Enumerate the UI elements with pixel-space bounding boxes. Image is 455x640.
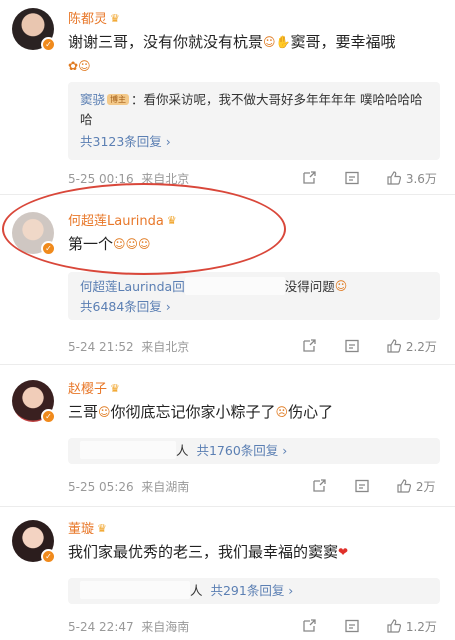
- heart-icon: ❤: [338, 545, 349, 559]
- highlight-circle: [2, 183, 286, 275]
- reply-summary[interactable]: 人 共1760条回复 ›: [68, 438, 440, 464]
- crown-icon: ♛: [110, 12, 120, 25]
- reply-count-link[interactable]: 共3123条回复 ›: [80, 132, 428, 152]
- comment-text: 我们家最优秀的老三，我们最幸福的窦窦❤: [68, 540, 440, 564]
- thumbs-up-icon: [387, 171, 402, 185]
- thumbs-up-icon: [387, 339, 402, 353]
- verified-badge-icon: ✓: [41, 549, 56, 564]
- comment-icon: [345, 619, 359, 633]
- share-icon: [303, 619, 316, 632]
- timestamp: 5-24 21:52 来自北京: [68, 340, 190, 354]
- emoji-icon: ☺: [263, 35, 276, 49]
- author-tag: 博主: [107, 94, 130, 105]
- comment-item: ✓ 董璇 ♛ 我们家最优秀的老三，我们最幸福的窦窦❤ 人 共291条回复 › 5-…: [0, 508, 455, 640]
- share-icon: [303, 339, 316, 352]
- like-button[interactable]: 2万: [396, 476, 435, 498]
- reply-text: 何超莲Laurinda回 没得问题☺: [80, 276, 428, 297]
- emoji-icon: ☺: [98, 405, 111, 419]
- crown-icon: ♛: [110, 382, 120, 395]
- emoji-icon: ☺: [334, 279, 348, 293]
- verified-badge-icon: ✓: [41, 37, 56, 52]
- like-button[interactable]: 3.6万: [386, 168, 437, 190]
- comment-button[interactable]: [344, 168, 360, 190]
- share-button[interactable]: [301, 336, 317, 358]
- reply-count-link[interactable]: 共291条回复 ›: [210, 583, 293, 598]
- comment-item: ✓ 陈都灵 ♛ 谢谢三哥，没有你就没有杭景☺✋窦哥，要幸福哦 ✿☺ 窦骁 博主 ：看你…: [0, 0, 455, 190]
- comment-button[interactable]: [344, 616, 360, 638]
- comment-icon: [355, 479, 369, 493]
- avatar[interactable]: ✓: [12, 520, 56, 564]
- divider: [0, 506, 455, 507]
- divider: [0, 364, 455, 365]
- comment-text: 三哥☺你彻底忘记你家小粽子了☹伤心了: [68, 400, 440, 424]
- comment-button[interactable]: [344, 336, 360, 358]
- share-button[interactable]: [301, 168, 317, 190]
- like-button[interactable]: 2.2万: [386, 336, 437, 358]
- verified-badge-icon: ✓: [41, 409, 56, 424]
- comment-meta: 5-24 21:52 来自北京 2.2万: [68, 336, 442, 358]
- reply-author[interactable]: 窦骁: [80, 92, 105, 107]
- reply-count-link[interactable]: 共1760条回复 ›: [196, 443, 287, 458]
- share-icon: [303, 171, 316, 184]
- commenter-name[interactable]: 陈都灵 ♛: [68, 8, 120, 27]
- reply-text: 窦骁 博主 ：看你采访呢，我不做大哥好多年年年年 噗哈哈哈哈哈: [80, 92, 423, 127]
- reply-box: 何超莲Laurinda回 没得问题☺ 共6484条回复 ›: [68, 272, 440, 320]
- share-icon: [313, 479, 326, 492]
- masked-text: [184, 277, 285, 295]
- masked-text: [80, 441, 176, 459]
- like-button[interactable]: 1.2万: [386, 616, 437, 638]
- thumbs-up-icon: [397, 479, 412, 493]
- emoji-icon: ☺: [78, 59, 91, 73]
- comment-icon: [345, 171, 359, 185]
- share-button[interactable]: [301, 616, 317, 638]
- thumbs-up-icon: [387, 619, 402, 633]
- avatar[interactable]: ✓: [12, 8, 56, 52]
- timestamp: 5-24 22:47 来自海南: [68, 620, 190, 634]
- comment-text: 谢谢三哥，没有你就没有杭景☺✋窦哥，要幸福哦 ✿☺: [68, 30, 440, 78]
- reply-box: 窦骁 博主 ：看你采访呢，我不做大哥好多年年年年 噗哈哈哈哈哈 共3123条回复 ›: [68, 82, 440, 160]
- commenter-name[interactable]: 赵樱子 ♛: [68, 378, 120, 397]
- reply-summary[interactable]: 人 共291条回复 ›: [68, 578, 440, 604]
- emoji-icon: ✋: [275, 35, 291, 49]
- avatar[interactable]: ✓: [12, 380, 56, 424]
- crown-icon: ♛: [97, 522, 107, 535]
- emoji-icon: ✿: [68, 59, 79, 73]
- comment-item: ✓ 赵樱子 ♛ 三哥☺你彻底忘记你家小粽子了☹伤心了 人 共1760条回复 › 5…: [0, 366, 455, 506]
- comment-button[interactable]: [354, 476, 370, 498]
- share-button[interactable]: [311, 476, 327, 498]
- timestamp: 5-25 05:26 来自湖南: [68, 480, 190, 494]
- comment-meta: 5-24 22:47 来自海南 1.2万: [68, 616, 442, 638]
- reply-author[interactable]: 何超莲Laurinda: [80, 279, 172, 294]
- commenter-name[interactable]: 董璇 ♛: [68, 518, 107, 537]
- masked-text: [80, 581, 190, 599]
- comment-meta: 5-25 05:26 来自湖南 2万: [68, 476, 442, 498]
- emoji-icon: ☹: [275, 405, 289, 419]
- comment-icon: [345, 339, 359, 353]
- reply-count-link[interactable]: 共6484条回复 ›: [80, 297, 428, 317]
